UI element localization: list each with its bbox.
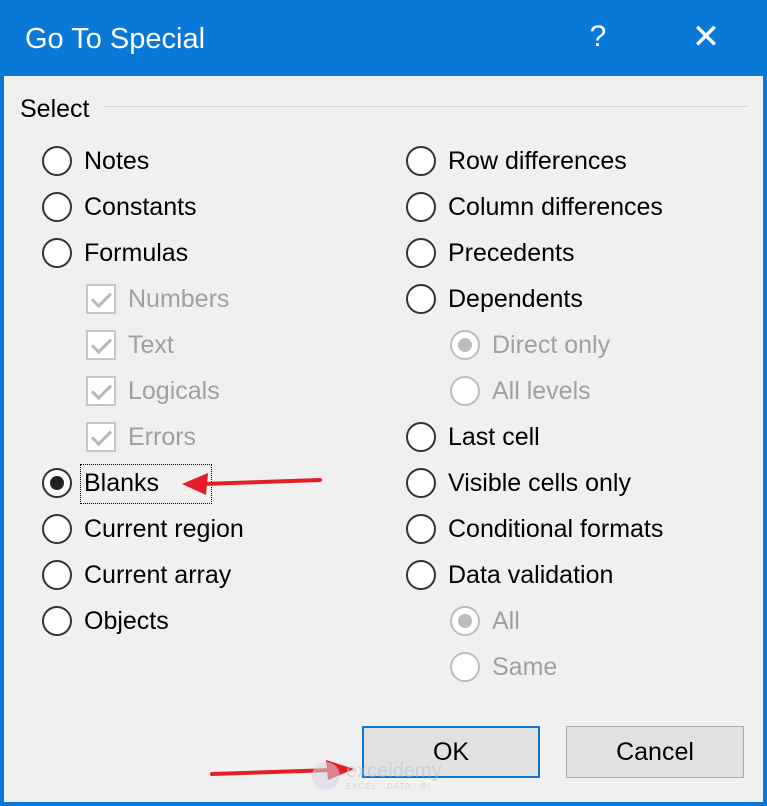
option-label: Dependents	[448, 285, 583, 313]
dialog-title: Go To Special	[25, 23, 206, 55]
radio-icon[interactable]	[42, 560, 72, 590]
radio-icon[interactable]	[42, 192, 72, 222]
option-label: Notes	[84, 147, 150, 175]
radio-icon	[450, 376, 480, 406]
radio-icon[interactable]	[406, 238, 436, 268]
title-bar: Go To Special ? ✕	[0, 0, 767, 76]
checkbox-label: Numbers	[128, 285, 230, 313]
checkbox-icon	[86, 422, 116, 452]
watermark-name: exceldemy	[346, 760, 442, 782]
radio-icon[interactable]	[42, 606, 72, 636]
radio-icon[interactable]	[406, 192, 436, 222]
radio-icon[interactable]	[406, 422, 436, 452]
checkbox-icon	[86, 376, 116, 406]
option-label: All levels	[492, 377, 591, 405]
radio-icon[interactable]	[42, 238, 72, 268]
annotation-arrow-icon	[182, 473, 322, 495]
radio-icon[interactable]	[42, 514, 72, 544]
checkbox-label: Logicals	[128, 377, 220, 405]
checkbox-icon	[86, 330, 116, 360]
checkbox-icon	[86, 284, 116, 314]
checkbox-label: Errors	[128, 423, 197, 451]
radio-icon[interactable]	[406, 284, 436, 314]
radio-icon[interactable]	[406, 560, 436, 590]
radio-selected-icon	[450, 606, 480, 636]
help-icon[interactable]: ?	[578, 14, 618, 60]
radio-icon[interactable]	[406, 514, 436, 544]
option-label: Column differences	[448, 193, 663, 221]
window-border-bottom	[0, 802, 767, 806]
option-label: Constants	[84, 193, 197, 221]
cancel-button[interactable]: Cancel	[566, 726, 744, 778]
radio-selected-icon	[450, 330, 480, 360]
watermark-icon	[312, 762, 340, 790]
option-label: Current array	[84, 561, 232, 589]
option-label: Same	[492, 653, 558, 681]
option-label: Direct only	[492, 331, 611, 359]
watermark-tagline: EXCEL · DATA · BI	[346, 782, 431, 791]
option-label: Objects	[84, 607, 169, 635]
option-label: Last cell	[448, 423, 540, 451]
radio-icon[interactable]	[406, 146, 436, 176]
window-border-right	[763, 76, 767, 806]
option-label: Visible cells only	[448, 469, 631, 497]
option-label: Conditional formats	[448, 515, 664, 543]
group-title-select: Select	[20, 94, 96, 124]
option-label: Current region	[84, 515, 244, 543]
radio-icon[interactable]	[406, 468, 436, 498]
option-label: Precedents	[448, 239, 575, 267]
radio-icon	[450, 652, 480, 682]
option-label: Data validation	[448, 561, 614, 589]
close-icon[interactable]: ✕	[676, 14, 736, 60]
option-label: Blanks	[84, 469, 160, 497]
group-divider	[104, 106, 748, 107]
radio-icon[interactable]	[42, 146, 72, 176]
checkbox-label: Text	[128, 331, 174, 359]
dialog-body	[4, 76, 763, 802]
radio-selected-icon[interactable]	[42, 468, 72, 498]
option-label: Row differences	[448, 147, 627, 175]
option-label: Formulas	[84, 239, 189, 267]
watermark-logo: exceldemy EXCEL · DATA · BI	[312, 758, 472, 794]
option-label: All	[492, 607, 520, 635]
